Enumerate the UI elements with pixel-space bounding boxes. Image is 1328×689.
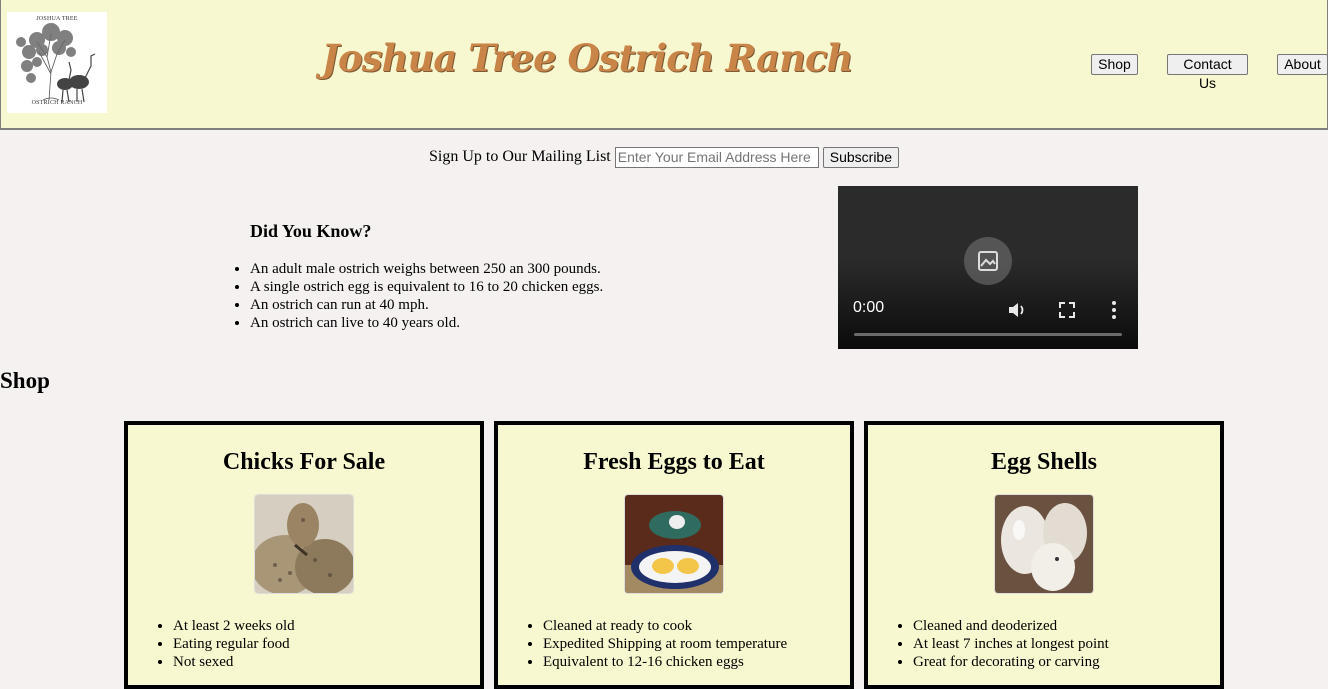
facts-list: An adult male ostrich weighs between 250… <box>210 260 770 332</box>
more-options-icon[interactable] <box>1106 300 1122 320</box>
product-card-egg-shells: Egg Shells Cleaned and deoderized At lea… <box>864 421 1224 689</box>
ranch-logo[interactable]: JOSHUA TREE OSTRICH RANCH <box>7 12 107 113</box>
product-title: Chicks For Sale <box>222 449 386 475</box>
video-time: 0:00 <box>853 299 885 316</box>
fact-item: An ostrich can live to 40 years old. <box>250 314 770 332</box>
volume-icon[interactable] <box>1007 300 1029 320</box>
facts-heading: Did You Know? <box>250 221 372 241</box>
logo-top-text: JOSHUA TREE <box>36 16 78 22</box>
fact-item: An adult male ostrich weighs between 250… <box>250 260 770 278</box>
mailing-label: Sign Up to Our Mailing List <box>428 148 611 165</box>
product-card-chicks: Chicks For Sale At least 2 weeks old Eat… <box>124 421 484 689</box>
video-player[interactable]: 0:00 <box>838 186 1138 349</box>
feature-item: Great for decorating or carving <box>913 653 1213 671</box>
subscribe-button[interactable]: Subscribe <box>822 146 900 168</box>
image-placeholder-icon <box>978 251 998 271</box>
nav-contact-button[interactable]: Contact Us <box>1167 54 1248 91</box>
egg-shells-photo[interactable] <box>994 494 1094 594</box>
egg-shells-image <box>995 495 1093 593</box>
site-header: JOSHUA TREE OSTRICH RANCH Joshua Tree Os… <box>0 0 1328 130</box>
product-card-fresh-eggs: Fresh Eggs to Eat Cleaned at ready to co… <box>494 421 854 689</box>
site-title: Joshua Tree Ostrich Ranch <box>321 36 854 80</box>
header-divider <box>1 128 1327 129</box>
mailing-list-form: Sign Up to Our Mailing List Subscribe <box>0 146 1328 168</box>
feature-item: Eating regular food <box>173 635 473 653</box>
chick-image <box>255 495 353 593</box>
feature-item: Not sexed <box>173 653 473 671</box>
fullscreen-icon[interactable] <box>1057 300 1077 320</box>
ostrich-chicks-photo[interactable] <box>254 494 354 594</box>
logo-bottom-text: OSTRICH RANCH <box>31 100 83 106</box>
tree-ostrich-illustration <box>16 23 96 103</box>
email-input[interactable] <box>614 146 819 168</box>
fact-item: An ostrich can run at 40 mph. <box>250 296 770 314</box>
eggs-image <box>625 495 723 593</box>
feature-item: Cleaned at ready to cook <box>543 617 843 635</box>
product-title: Fresh Eggs to Eat <box>583 449 765 475</box>
fact-item: A single ostrich egg is equivalent to 16… <box>250 278 770 296</box>
video-placeholder-button[interactable] <box>964 237 1012 285</box>
feature-item: Expedited Shipping at room temperature <box>543 635 843 653</box>
cooked-eggs-plate-photo[interactable] <box>624 494 724 594</box>
feature-item: At least 7 inches at longest point <box>913 635 1213 653</box>
feature-item: Equivalent to 12-16 chicken eggs <box>543 653 843 671</box>
product-title: Egg Shells <box>990 449 1098 475</box>
nav-shop-button[interactable]: Shop <box>1091 54 1138 75</box>
nav-about-button[interactable]: About <box>1277 54 1328 75</box>
shop-heading: Shop <box>0 368 50 393</box>
feature-item: At least 2 weeks old <box>173 617 473 635</box>
video-progress-bar[interactable] <box>854 333 1122 336</box>
feature-item: Cleaned and deoderized <box>913 617 1213 635</box>
